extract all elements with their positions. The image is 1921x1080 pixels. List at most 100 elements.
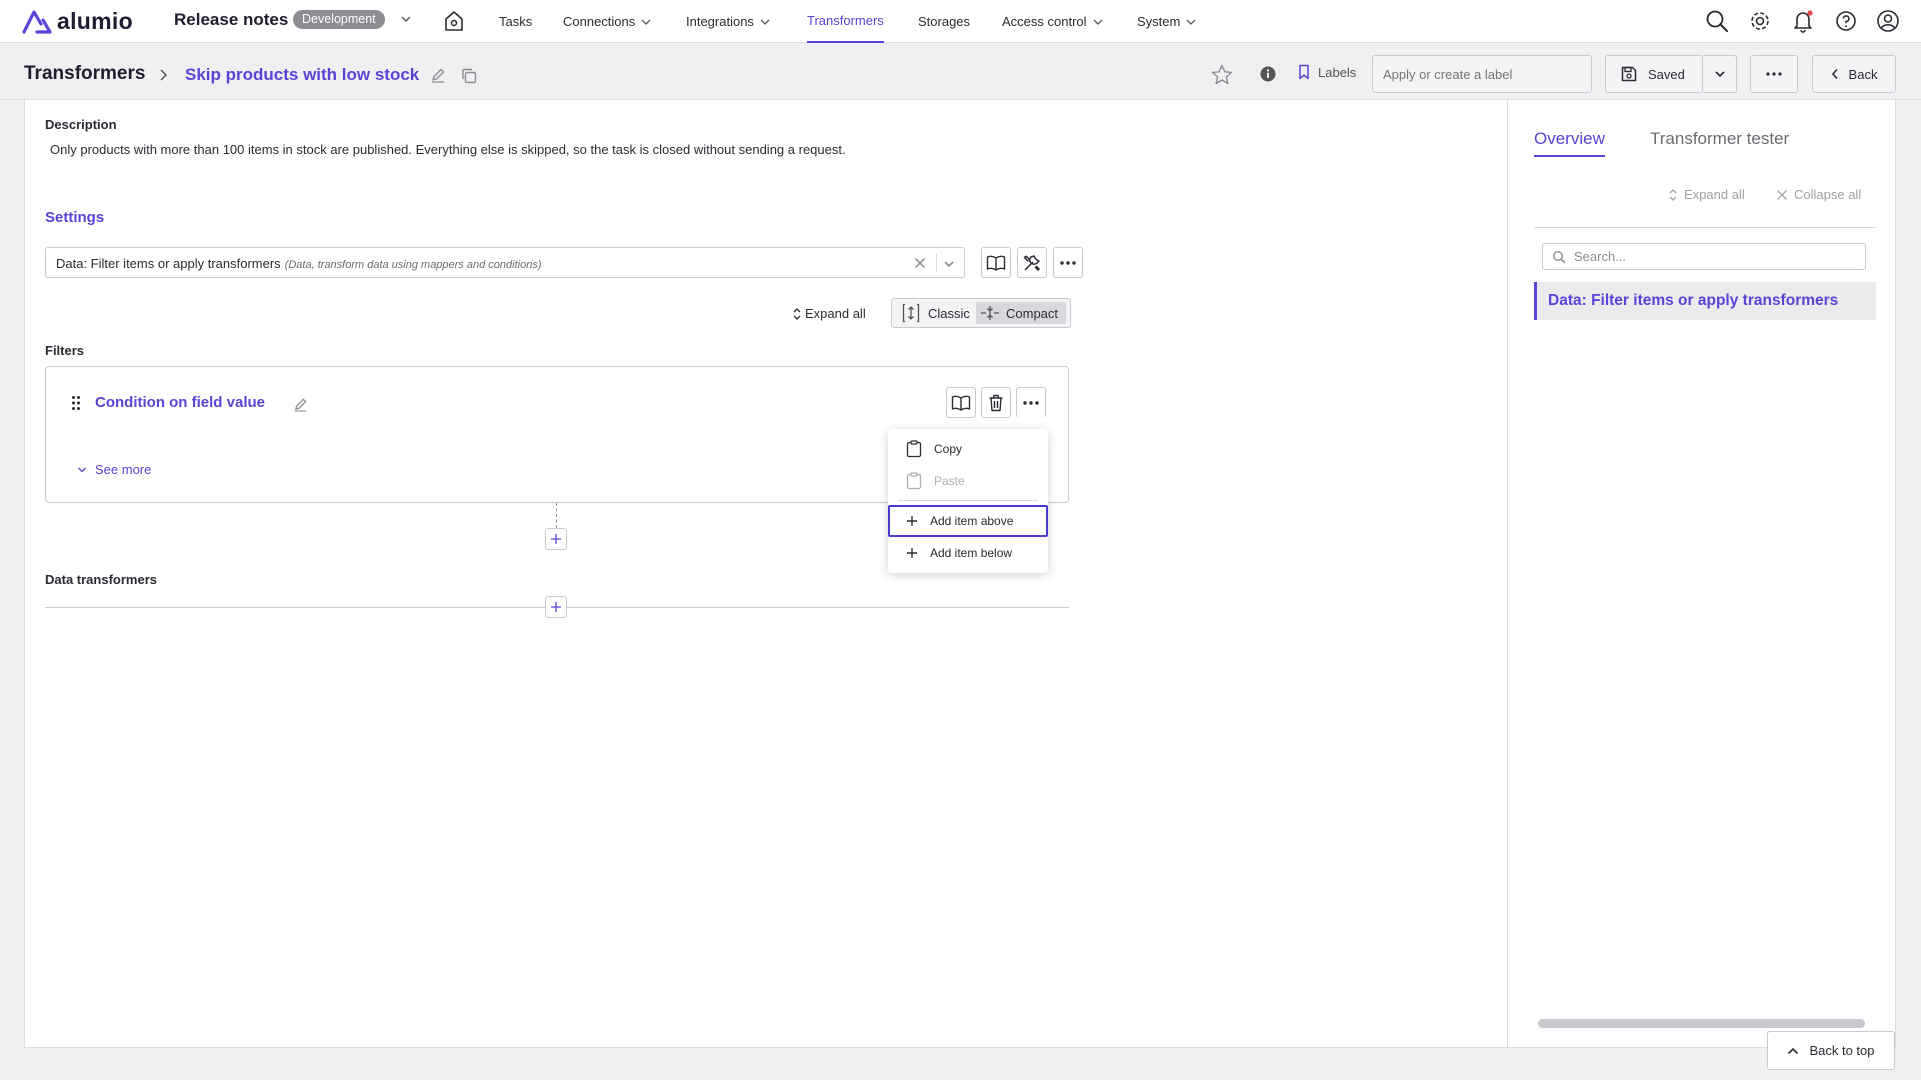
settings-icon[interactable] xyxy=(1747,8,1773,34)
overview-expand-all-button[interactable]: Expand all xyxy=(1668,187,1745,202)
back-button[interactable]: Back xyxy=(1812,55,1896,93)
plus-icon xyxy=(907,548,917,558)
star-icon[interactable] xyxy=(1210,63,1234,87)
nav-storages-label: Storages xyxy=(918,13,971,29)
back-button-label: Back xyxy=(1848,66,1878,82)
nav-system-label: System xyxy=(1137,13,1181,29)
search-icon[interactable] xyxy=(1704,8,1730,34)
overview-collapse-all-button[interactable]: Collapse all xyxy=(1776,187,1861,202)
overview-search[interactable]: Search... xyxy=(1542,243,1866,270)
see-more-toggle[interactable]: See more xyxy=(77,462,151,477)
editor-panel: Description Only products with more than… xyxy=(24,100,1508,1048)
pencil-icon[interactable] xyxy=(293,397,308,412)
plus-icon xyxy=(551,534,561,544)
clipboard-icon xyxy=(906,440,922,458)
breadcrumb-root[interactable]: Transformers xyxy=(24,63,145,85)
more-horizontal-icon xyxy=(1766,72,1782,76)
book-icon xyxy=(951,395,971,411)
help-icon[interactable] xyxy=(1833,8,1859,34)
menu-item-paste[interactable]: Paste xyxy=(888,465,1048,497)
add-filter-button[interactable] xyxy=(545,528,567,550)
copy-icon[interactable] xyxy=(460,67,478,85)
logo-mark-icon xyxy=(22,9,52,34)
documentation-button[interactable] xyxy=(981,247,1011,278)
add-data-transformer-button[interactable] xyxy=(545,596,567,618)
labels-button[interactable]: Labels xyxy=(1298,64,1356,80)
page-header: Transformers Skip products with low stoc… xyxy=(0,44,1921,100)
nav-access-control-label: Access control xyxy=(1002,13,1087,29)
classic-view-icon xyxy=(902,303,920,323)
filter-more-button[interactable] xyxy=(1016,387,1046,418)
saved-button-label: Saved xyxy=(1648,66,1685,82)
save-options-dropdown[interactable] xyxy=(1703,55,1737,93)
menu-divider xyxy=(898,500,1038,501)
chevron-down-icon[interactable] xyxy=(943,258,955,270)
more-actions-button[interactable] xyxy=(1750,55,1798,93)
menu-item-copy[interactable]: Copy xyxy=(888,433,1048,465)
connector-line xyxy=(556,503,557,528)
pencil-icon[interactable] xyxy=(430,67,446,83)
expand-icon xyxy=(1669,188,1677,201)
nav-transformers[interactable]: Transformers xyxy=(807,0,884,43)
clear-icon[interactable] xyxy=(913,256,927,270)
nav-connections[interactable]: Connections xyxy=(563,0,651,43)
label-input[interactable] xyxy=(1372,55,1592,93)
chevron-left-icon xyxy=(1831,68,1838,80)
menu-item-paste-label: Paste xyxy=(934,474,965,488)
tab-transformer-tester[interactable]: Transformer tester xyxy=(1650,129,1789,149)
filter-delete-button[interactable] xyxy=(981,387,1011,418)
notifications-icon[interactable] xyxy=(1790,8,1816,34)
chevron-down-icon xyxy=(1186,19,1196,25)
user-icon[interactable] xyxy=(1875,8,1901,34)
more-horizontal-icon xyxy=(1023,400,1039,405)
overview-divider xyxy=(1534,227,1876,228)
logo[interactable]: alumio xyxy=(22,8,133,35)
tab-overview[interactable]: Overview xyxy=(1534,129,1605,157)
environment-chevron-down-icon[interactable] xyxy=(400,13,412,25)
saved-button[interactable]: Saved xyxy=(1605,55,1703,93)
tools-button[interactable] xyxy=(1017,247,1047,278)
horizontal-scrollbar[interactable] xyxy=(1538,1019,1865,1028)
chevron-right-icon xyxy=(160,69,168,81)
clipboard-icon xyxy=(906,472,922,490)
transformer-type-select[interactable]: Data: Filter items or apply transformers… xyxy=(45,247,965,278)
overview-collapse-all-label: Collapse all xyxy=(1794,187,1862,202)
nav-integrations[interactable]: Integrations xyxy=(686,0,770,43)
menu-item-add-above-label: Add item above xyxy=(930,514,1014,528)
filter-title[interactable]: Condition on field value xyxy=(95,394,265,411)
nav-system[interactable]: System xyxy=(1137,0,1196,43)
save-icon xyxy=(1621,66,1637,82)
home-icon[interactable] xyxy=(442,9,466,33)
filter-context-menu: Copy Paste Add item above Add item below xyxy=(888,429,1048,573)
search-icon xyxy=(1552,250,1566,263)
classic-view-button[interactable]: Classic xyxy=(898,302,974,324)
info-icon[interactable] xyxy=(1260,66,1276,82)
chevron-down-icon xyxy=(1714,71,1725,78)
view-mode-toggle: Classic Compact xyxy=(891,298,1071,328)
environment-badge[interactable]: Development xyxy=(293,10,385,29)
nav-storages[interactable]: Storages xyxy=(918,0,970,43)
expand-all-button[interactable]: Expand all xyxy=(792,306,866,321)
description-text: Only products with more than 100 items i… xyxy=(50,142,846,157)
chevron-down-icon xyxy=(1093,19,1103,25)
transformer-more-button[interactable] xyxy=(1053,247,1083,278)
nav-connections-label: Connections xyxy=(563,13,636,29)
filter-documentation-button[interactable] xyxy=(946,387,976,418)
nav-tasks[interactable]: Tasks xyxy=(499,0,532,43)
transformer-type-value: Data: Filter items or apply transformers… xyxy=(56,256,542,271)
drag-handle-icon[interactable] xyxy=(71,395,81,411)
labels-button-label: Labels xyxy=(1318,64,1357,80)
nav-access-control[interactable]: Access control xyxy=(1002,0,1103,43)
tools-icon xyxy=(1023,254,1041,271)
expand-all-label: Expand all xyxy=(805,306,866,321)
compact-view-button[interactable]: Compact xyxy=(976,302,1066,324)
back-to-top-button[interactable]: Back to top xyxy=(1767,1031,1895,1070)
filters-label: Filters xyxy=(45,343,85,358)
overview-tree-item[interactable]: Data: Filter items or apply transformers xyxy=(1534,282,1876,320)
menu-item-add-above[interactable]: Add item above xyxy=(888,505,1048,537)
compact-view-icon xyxy=(981,306,999,320)
overview-panel: Overview Transformer tester Expand all C… xyxy=(1508,100,1896,1048)
chevron-up-icon xyxy=(1788,1047,1799,1054)
logo-text: alumio xyxy=(57,8,133,34)
menu-item-add-below[interactable]: Add item below xyxy=(888,537,1048,569)
